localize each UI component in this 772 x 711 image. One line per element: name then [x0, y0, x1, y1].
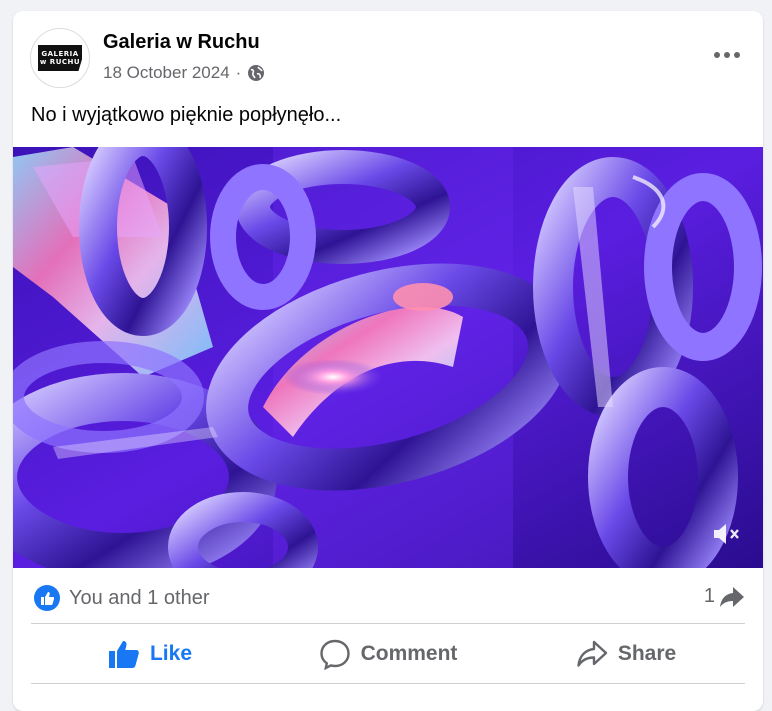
share-icon: [577, 640, 608, 667]
share-button[interactable]: Share: [507, 629, 745, 679]
meta-separator: ·: [235, 63, 242, 82]
comment-button[interactable]: Comment: [269, 629, 507, 679]
page-name[interactable]: Galeria w Ruchu: [103, 31, 260, 54]
video-frame: [13, 147, 763, 568]
action-bar: Like Comment Share: [31, 629, 745, 679]
thumbs-up-icon: [108, 641, 139, 668]
more-dot: [734, 52, 740, 58]
like-label: Like: [149, 642, 193, 665]
post-header: GALERIA w RUCHU Galeria w Ruchu 18 Octob…: [13, 11, 763, 91]
avatar-text-line2: w RUCHU: [39, 58, 81, 66]
like-button[interactable]: Like: [31, 629, 269, 679]
more-options-button[interactable]: [709, 41, 745, 69]
reactions-row: You and 1 other 1: [31, 581, 745, 615]
divider: [31, 683, 745, 684]
post-meta: 18 October 2024 ·: [103, 63, 265, 83]
mute-button[interactable]: [709, 516, 745, 552]
more-dot: [714, 52, 720, 58]
share-count-number: 1: [703, 585, 715, 607]
share-label: Share: [617, 642, 677, 665]
post-card: GALERIA w RUCHU Galeria w Ruchu 18 Octob…: [13, 11, 763, 711]
like-icon[interactable]: [34, 585, 60, 611]
comment-icon: [319, 639, 350, 670]
post-text: No i wyjątkowo pięknie popłynęło...: [31, 104, 342, 126]
post-video[interactable]: [13, 147, 763, 568]
share-arrow-icon: [720, 586, 744, 607]
more-dot: [724, 52, 730, 58]
speaker-muted-icon: [714, 524, 739, 544]
divider: [31, 623, 745, 624]
reaction-summary[interactable]: You and 1 other: [69, 587, 210, 610]
globe-icon[interactable]: [247, 64, 265, 82]
post-date[interactable]: 18 October 2024: [103, 63, 230, 83]
avatar-text-line1: GALERIA: [41, 50, 79, 58]
avatar[interactable]: GALERIA w RUCHU: [30, 28, 90, 88]
page-logo: GALERIA w RUCHU: [38, 45, 82, 71]
share-count[interactable]: 1: [704, 585, 745, 608]
comment-label: Comment: [360, 642, 458, 665]
